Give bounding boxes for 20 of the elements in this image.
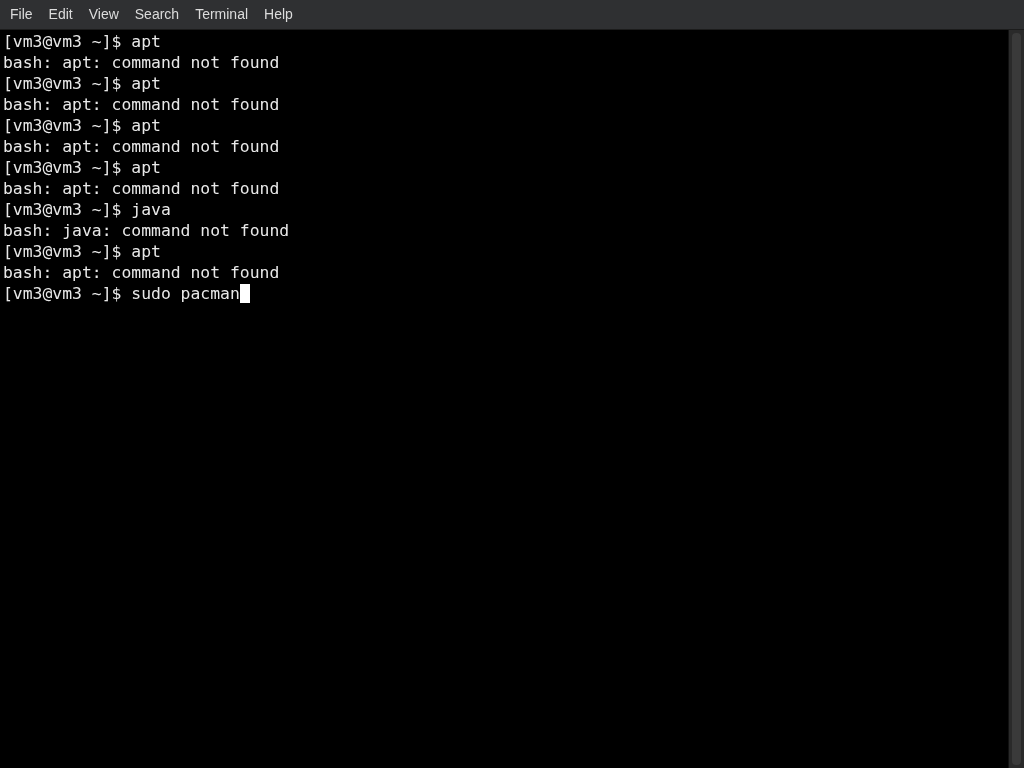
terminal-line: [vm3@vm3 ~]$ apt <box>3 241 162 262</box>
terminal-line: bash: apt: command not found <box>3 94 281 115</box>
terminal-line: bash: apt: command not found <box>3 52 281 73</box>
terminal-line: bash: apt: command not found <box>3 178 281 199</box>
terminal-line: [vm3@vm3 ~]$ java <box>3 199 172 220</box>
menu-item[interactable]: File <box>2 0 41 29</box>
terminal-line: bash: apt: command not found <box>3 136 281 157</box>
menu-item[interactable]: Search <box>126 0 188 29</box>
terminal-line: bash: java: command not found <box>3 220 291 241</box>
terminal-line: [vm3@vm3 ~]$ apt <box>3 73 162 94</box>
terminal-line: [vm3@vm3 ~]$ apt <box>3 157 162 178</box>
terminal-line: [vm3@vm3 ~]$ apt <box>3 115 162 136</box>
scrollbar[interactable] <box>1008 30 1024 768</box>
terminal-line: [vm3@vm3 ~]$ sudo pacman <box>3 283 240 304</box>
menu-item[interactable]: Terminal <box>187 0 257 29</box>
menu-item[interactable]: Help <box>256 0 301 29</box>
terminal-line: bash: apt: command not found <box>3 262 281 283</box>
menu-item[interactable]: Edit <box>40 0 81 29</box>
menu-item[interactable]: View <box>80 0 127 29</box>
terminal-line: [vm3@vm3 ~]$ apt <box>3 31 162 52</box>
